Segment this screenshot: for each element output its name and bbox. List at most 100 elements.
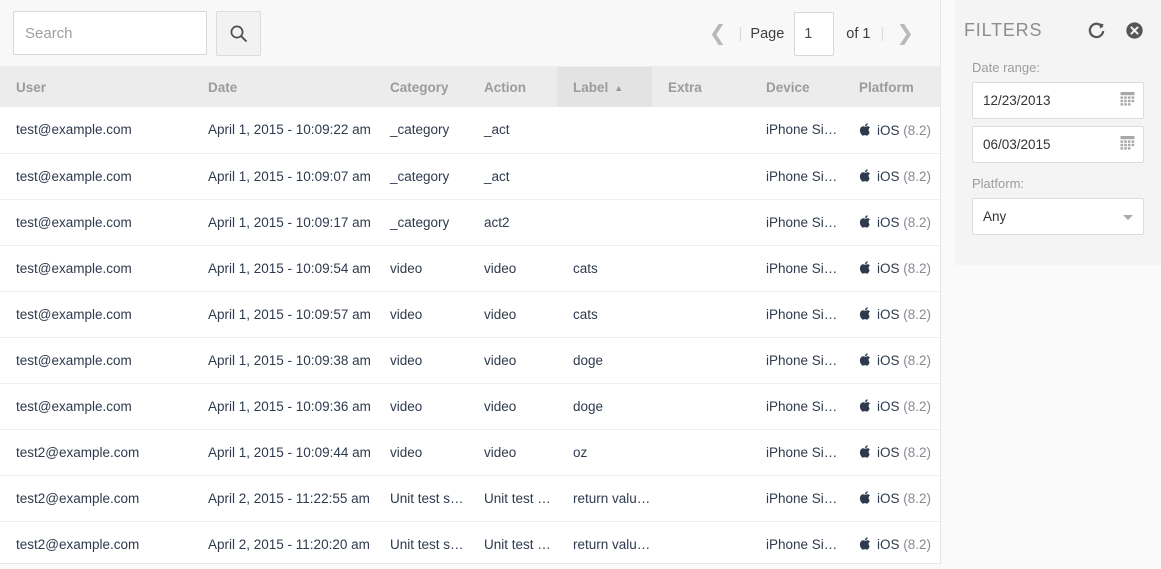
platform-select-value: Any [983, 209, 1007, 224]
apple-icon [859, 261, 870, 274]
cell-platform: iOS (8.2) [843, 153, 940, 199]
cell-extra [652, 107, 750, 153]
column-header-extra[interactable]: Extra [652, 67, 750, 107]
column-header-device[interactable]: Device [750, 67, 843, 107]
page-number-input[interactable] [794, 11, 835, 56]
platform-version: (8.2) [903, 353, 932, 368]
cell-action: video [484, 444, 517, 460]
cell-platform: iOS (8.2) [843, 245, 940, 291]
refresh-icon[interactable] [1083, 17, 1109, 43]
cell-extra [652, 475, 750, 521]
column-header-category[interactable]: Category [374, 67, 468, 107]
cell-user: test2@example.com [16, 490, 140, 506]
platform-name: iOS [877, 537, 900, 552]
cell-device: iPhone Si… [766, 306, 838, 322]
platform-name: iOS [877, 491, 900, 506]
column-header-label[interactable]: Label ▲ [557, 67, 652, 107]
apple-icon [859, 353, 870, 366]
date-from-input[interactable] [973, 83, 1143, 118]
search-group [13, 10, 261, 56]
cell-category: _category [390, 214, 450, 230]
platform-name: iOS [877, 445, 900, 460]
apple-icon [859, 122, 870, 136]
page-total-label: of 1 [846, 25, 871, 42]
cell-extra [652, 337, 750, 383]
cell-device: iPhone Si… [766, 398, 838, 414]
date-from-field [972, 82, 1144, 119]
date-range-label: Date range: [972, 60, 1040, 75]
sort-ascending-icon: ▲ [614, 82, 624, 93]
apple-icon [859, 491, 870, 504]
platform-version: (8.2) [903, 445, 932, 460]
prev-page-button[interactable]: ❮ [699, 23, 737, 44]
table-row[interactable]: test@example.com April 1, 2015 - 10:09:38… [0, 337, 940, 383]
cell-category: video [390, 398, 423, 414]
pager-separator-right: | [880, 25, 885, 42]
cell-platform: iOS (8.2) [843, 521, 940, 563]
column-header-label: Device [766, 79, 810, 95]
cell-action: video [484, 306, 517, 322]
table-row[interactable]: test2@example.com April 2, 2015 - 11:22:5… [0, 475, 940, 521]
date-to-input[interactable] [973, 127, 1143, 162]
cell-user: test2@example.com [16, 536, 140, 552]
cell-date: April 2, 2015 - 11:20:20 am [208, 536, 370, 552]
table-row[interactable]: test2@example.com April 1, 2015 - 10:09:4… [0, 429, 940, 475]
column-header-label: Platform [859, 79, 914, 95]
table-row[interactable]: test@example.com April 1, 2015 - 10:09:57… [0, 291, 940, 337]
cell-extra [652, 429, 750, 475]
table-row[interactable]: test@example.com April 1, 2015 - 10:09:07… [0, 153, 940, 199]
search-button[interactable] [216, 10, 261, 56]
table-row[interactable]: test2@example.com April 2, 2015 - 11:20:2… [0, 521, 940, 563]
cell-user: test@example.com [16, 260, 132, 276]
table-row[interactable]: test@example.com April 1, 2015 - 10:09:36… [0, 383, 940, 429]
close-circle-icon[interactable] [1121, 17, 1147, 43]
cell-device: iPhone Si… [766, 444, 838, 460]
table-row[interactable]: test@example.com April 1, 2015 - 10:09:17… [0, 199, 940, 245]
calendar-icon[interactable] [1120, 91, 1135, 111]
cell-date: April 1, 2015 - 10:09:54 am [208, 260, 371, 276]
column-header-label: Date [208, 79, 238, 95]
page-label: Page [750, 25, 785, 42]
app-root: ❮ | Page of 1 | ❯ User Date Category Action… [0, 0, 1161, 569]
cell-device: iPhone Si… [766, 168, 838, 184]
cell-user: test@example.com [16, 122, 132, 138]
cell-label: cats [573, 260, 598, 276]
search-icon [229, 24, 248, 43]
platform-select[interactable]: Any [972, 198, 1144, 235]
table-row[interactable]: test@example.com April 1, 2015 - 10:09:54… [0, 245, 940, 291]
filters-panel: FILTERS Date range: 12/23/2013 06/03/201… [955, 0, 1161, 265]
cell-extra [652, 153, 750, 199]
column-header-label: Category [390, 79, 449, 95]
search-input[interactable] [13, 11, 207, 55]
next-page-button[interactable]: ❯ [886, 23, 924, 44]
cell-platform: iOS (8.2) [843, 199, 940, 245]
events-table-panel: ❮ | Page of 1 | ❯ User Date Category Action… [0, 0, 941, 564]
apple-icon [859, 537, 870, 550]
platform-name: iOS [877, 353, 900, 368]
cell-action: Unit test s… [484, 490, 557, 506]
cell-platform: iOS (8.2) [843, 429, 940, 475]
table-row[interactable]: test@example.com April 1, 2015 - 10:09:22… [0, 107, 940, 153]
column-header-label: Extra [668, 79, 702, 95]
cell-date: April 1, 2015 - 10:09:44 am [208, 444, 371, 460]
column-header-user[interactable]: User [0, 67, 192, 107]
cell-action: video [484, 352, 517, 368]
apple-icon [859, 215, 870, 228]
platform-label: Platform: [972, 176, 1025, 191]
cell-category: video [390, 306, 423, 322]
column-header-label: Label [573, 79, 609, 95]
table-toolbar: ❮ | Page of 1 | ❯ [0, 0, 940, 67]
cell-category: _category [390, 122, 450, 138]
table-header: User Date Category Action Label ▲ Extra Device P… [0, 67, 940, 107]
cell-device: iPhone Si… [766, 536, 838, 552]
column-header-platform[interactable]: Platform [843, 67, 940, 107]
cell-platform: iOS (8.2) [843, 107, 940, 153]
cell-user: test@example.com [16, 306, 132, 322]
calendar-icon[interactable] [1120, 135, 1135, 155]
cell-date: April 1, 2015 - 10:09:36 am [208, 398, 371, 414]
column-header-date[interactable]: Date [192, 67, 374, 107]
events-table: User Date Category Action Label ▲ Extra Device P… [0, 67, 940, 563]
column-header-action[interactable]: Action [468, 67, 557, 107]
cell-label: oz [573, 444, 588, 460]
cell-device: iPhone Si… [766, 214, 838, 230]
